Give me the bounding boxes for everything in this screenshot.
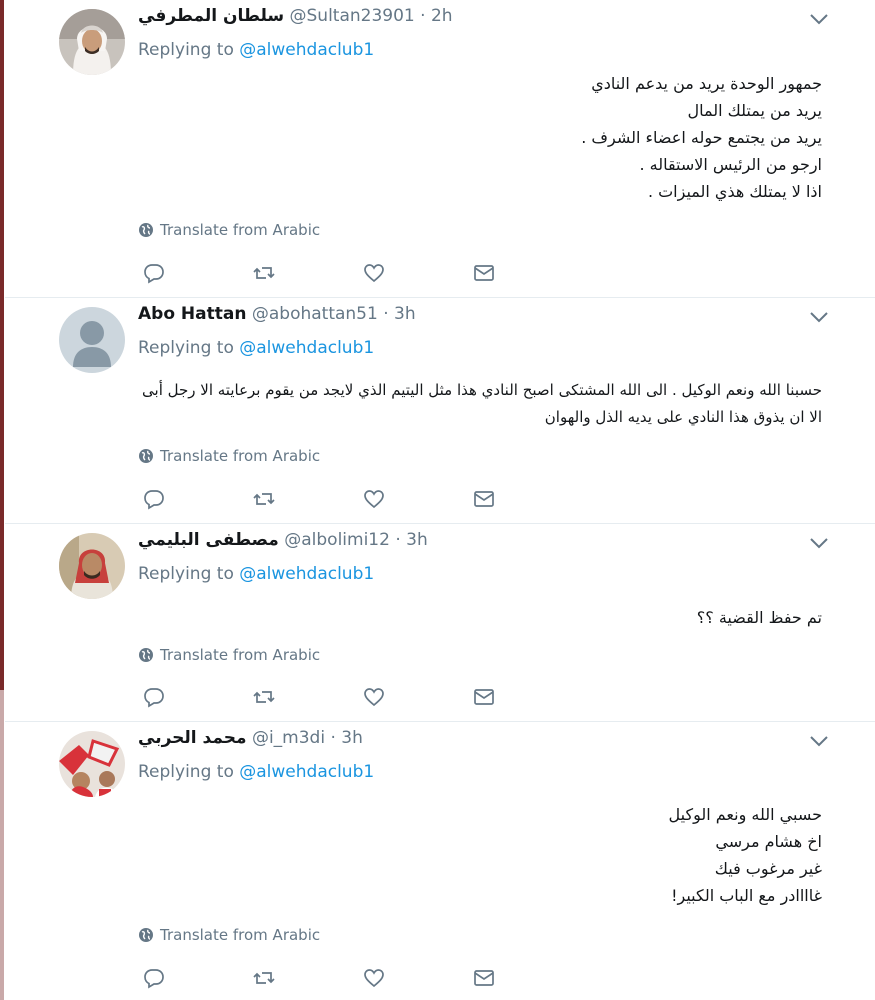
tweet[interactable]: Abo Hattan @abohattan51 · 3h Replying to… [5,298,875,524]
tweet-line: حسبنا الله ونعم الوكيل . الى الله المشتك… [142,381,822,399]
tweet-actions [142,685,502,709]
tweet[interactable]: محمد الحربي @i_m3di · 3h Replying to @al… [5,722,875,1000]
direct-message-icon[interactable] [472,685,496,709]
translate-link[interactable]: Translate from Arabic [138,221,320,239]
direct-message-icon[interactable] [472,261,496,285]
mention-link[interactable]: @alwehdaclub1 [239,338,374,358]
reply-icon[interactable] [142,966,166,990]
tweet-header: Abo Hattan @abohattan51 · 3h [138,304,416,324]
tweet-actions [142,966,502,990]
replying-to: Replying to @alwehdaclub1 [138,338,375,358]
display-name[interactable]: سلطان المطرفي [138,6,284,26]
handle-and-time[interactable]: @Sultan23901 · 2h [290,6,453,26]
translate-link[interactable]: Translate from Arabic [138,926,320,944]
tweet-line: الا ان يذوق هذا النادي على يديه الذل وال… [544,408,822,426]
reply-icon[interactable] [142,685,166,709]
replying-to: Replying to @alwehdaclub1 [138,564,375,584]
avatar[interactable] [59,307,125,373]
translate-link[interactable]: Translate from Arabic [138,447,320,465]
direct-message-icon[interactable] [472,487,496,511]
chevron-down-icon[interactable] [808,535,830,551]
tweet-line: اخ هشام مرسي [715,832,822,851]
window-edge-lower [0,690,4,1000]
display-name[interactable]: مصطفى البليمي [138,530,279,550]
handle-and-time[interactable]: @i_m3di · 3h [252,728,363,748]
direct-message-icon[interactable] [472,966,496,990]
retweet-icon[interactable] [252,487,276,511]
tweet-header: مصطفى البليمي @albolimi12 · 3h [138,530,428,550]
like-icon[interactable] [362,966,386,990]
tweet-line: حسبي الله ونعم الوكيل [668,805,822,824]
mention-link[interactable]: @alwehdaclub1 [239,40,374,60]
handle-and-time[interactable]: @albolimi12 · 3h [284,530,428,550]
handle-and-time[interactable]: @abohattan51 · 3h [252,304,416,324]
retweet-icon[interactable] [252,261,276,285]
retweet-icon[interactable] [252,966,276,990]
tweet-line: غاااادر مع الباب الكبير! [671,886,822,905]
replying-to: Replying to @alwehdaclub1 [138,762,375,782]
globe-icon [139,648,153,662]
display-name[interactable]: محمد الحربي [138,728,247,748]
chevron-down-icon[interactable] [808,11,830,27]
tweet-header: محمد الحربي @i_m3di · 3h [138,728,363,748]
tweet-actions [142,487,502,511]
globe-icon [139,223,153,237]
tweet-line: يريد من يجتمع حوله اعضاء الشرف . [581,128,822,147]
mention-link[interactable]: @alwehdaclub1 [239,762,374,782]
retweet-icon[interactable] [252,685,276,709]
like-icon[interactable] [362,487,386,511]
chevron-down-icon[interactable] [808,309,830,325]
globe-icon [139,928,153,942]
tweet-line: جمهور الوحدة يريد من يدعم النادي [591,74,822,93]
tweet-text: تم حفظ القضية ؟؟ [697,604,822,631]
reply-icon[interactable] [142,261,166,285]
globe-icon [139,449,153,463]
tweet-text: جمهور الوحدة يريد من يدعم النادي يريد من… [581,70,822,205]
tweet-line: يريد من يمتلك المال [687,101,822,120]
tweet-line: تم حفظ القضية ؟؟ [696,608,822,627]
chevron-down-icon[interactable] [808,733,830,749]
translate-link[interactable]: Translate from Arabic [138,646,320,664]
tweet-actions [142,261,502,285]
tweet-header: سلطان المطرفي @Sultan23901 · 2h [138,6,453,26]
display-name[interactable]: Abo Hattan [138,304,246,324]
like-icon[interactable] [362,261,386,285]
like-icon[interactable] [362,685,386,709]
tweet-line: اذا لا يمتلك هذي الميزات . [647,182,822,201]
tweet[interactable]: مصطفى البليمي @albolimi12 · 3h Replying … [5,524,875,722]
tweet-text: حسبنا الله ونعم الوكيل . الى الله المشتك… [142,377,822,431]
replying-to: Replying to @alwehdaclub1 [138,40,375,60]
tweet-text: حسبي الله ونعم الوكيل اخ هشام مرسي غير م… [669,801,822,909]
tweet-line: ارجو من الرئيس الاستقاله . [639,155,822,174]
tweet-line: غير مرغوب فيك [714,859,822,878]
reply-icon[interactable] [142,487,166,511]
avatar[interactable] [59,533,125,599]
avatar[interactable] [59,9,125,75]
avatar[interactable] [59,731,125,797]
mention-link[interactable]: @alwehdaclub1 [239,564,374,584]
tweet[interactable]: سلطان المطرفي @Sultan23901 · 2h Replying… [5,0,875,298]
